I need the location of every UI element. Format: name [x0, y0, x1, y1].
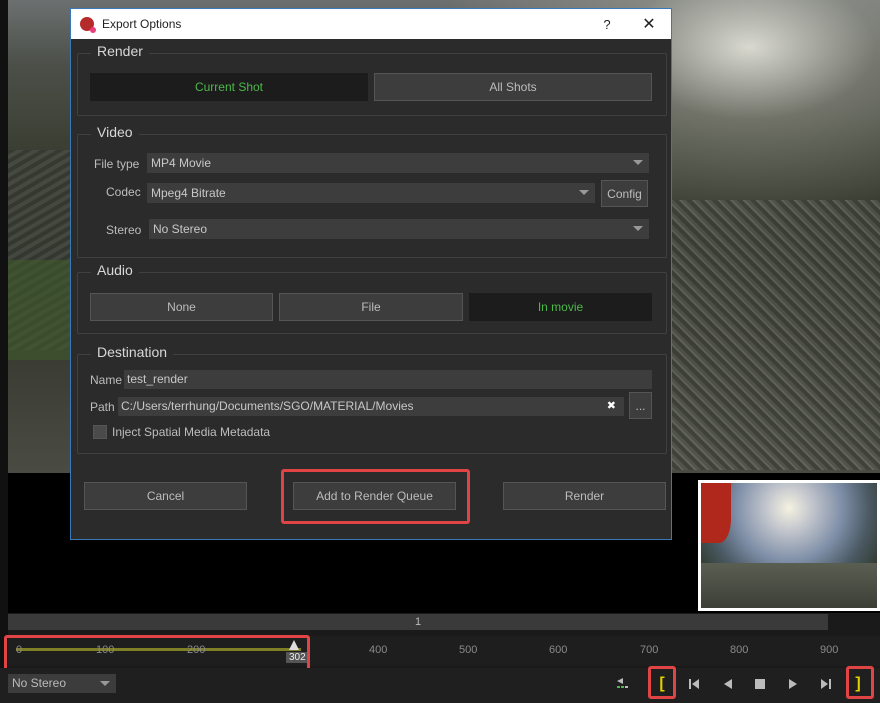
dialog-title: Export Options	[102, 17, 182, 31]
highlight-add-to-render-queue	[281, 469, 470, 524]
next-frame-icon[interactable]	[815, 673, 837, 695]
play-icon[interactable]	[782, 673, 804, 695]
preview-thumbnail	[698, 480, 880, 611]
stereo-mode-value: No Stereo	[12, 676, 67, 690]
clear-icon[interactable]: ✖	[607, 397, 616, 416]
file-type-select[interactable]: MP4 Movie	[147, 153, 649, 173]
file-type-label: File type	[94, 157, 140, 171]
stereo-value: No Stereo	[153, 222, 208, 236]
timeline-track[interactable]: 1	[8, 614, 828, 630]
ruler-tick: 800	[730, 644, 749, 656]
prev-frame-icon[interactable]	[683, 673, 705, 695]
chevron-down-icon	[579, 190, 589, 195]
step-icon[interactable]	[612, 673, 634, 695]
codec-value: Mpeg4 Bitrate	[151, 186, 226, 200]
spatial-metadata-checkbox[interactable]	[93, 425, 107, 439]
help-button[interactable]: ?	[587, 17, 627, 32]
audio-in-movie-button[interactable]: In movie	[469, 293, 652, 321]
path-input[interactable]: C:/Users/terrhung/Documents/SGO/MATERIAL…	[118, 397, 624, 416]
thumbnail-foreground	[701, 483, 731, 543]
ruler-tick: 900	[820, 644, 839, 656]
ruler-tick: 700	[640, 644, 659, 656]
close-button[interactable]: ✕	[627, 14, 671, 34]
codec-label: Codec	[106, 185, 141, 199]
destination-group-title: Destination	[91, 344, 174, 360]
config-button[interactable]: Config	[601, 180, 648, 207]
name-input[interactable]: test_render	[124, 370, 652, 389]
codec-select[interactable]: Mpeg4 Bitrate	[147, 183, 595, 203]
browse-button[interactable]: ...	[629, 392, 652, 419]
stereo-select[interactable]: No Stereo	[149, 219, 649, 239]
transport-bar: No Stereo [ ]	[0, 668, 880, 703]
chevron-down-icon	[633, 226, 643, 231]
path-value: C:/Users/terrhung/Documents/SGO/MATERIAL…	[121, 399, 414, 413]
left-edge	[0, 0, 8, 703]
file-type-value: MP4 Movie	[151, 156, 212, 170]
cancel-button[interactable]: Cancel	[84, 482, 247, 510]
chevron-down-icon	[100, 681, 110, 686]
ruler-tick: 400	[369, 644, 388, 656]
highlight-out-point	[846, 666, 874, 699]
path-label: Path	[90, 400, 115, 414]
ruler-tick: 600	[549, 644, 568, 656]
video-group-title: Video	[91, 124, 139, 140]
all-shots-button[interactable]: All Shots	[374, 73, 652, 101]
audio-none-button[interactable]: None	[90, 293, 273, 321]
export-options-dialog: Export Options ? ✕ Render Current Shot A…	[70, 8, 672, 540]
chevron-down-icon	[633, 160, 643, 165]
audio-group-title: Audio	[91, 262, 139, 278]
name-label: Name	[90, 373, 123, 387]
track-label: 1	[414, 616, 422, 628]
stop-icon[interactable]	[749, 673, 771, 695]
spatial-metadata-label: Inject Spatial Media Metadata	[112, 425, 271, 439]
ruler-tick: 500	[459, 644, 478, 656]
dialog-titlebar[interactable]: Export Options ? ✕	[71, 9, 671, 39]
audio-file-button[interactable]: File	[279, 293, 463, 321]
highlight-timeline-range	[4, 635, 310, 671]
play-reverse-icon[interactable]	[717, 673, 739, 695]
stereo-label: Stereo	[106, 223, 142, 237]
highlight-in-point	[648, 666, 676, 699]
app-logo-icon	[80, 17, 96, 33]
current-shot-button[interactable]: Current Shot	[90, 73, 368, 101]
render-group-title: Render	[91, 43, 149, 59]
stereo-mode-select[interactable]: No Stereo	[8, 674, 116, 693]
thumbnail-ground	[701, 563, 877, 608]
render-button[interactable]: Render	[503, 482, 666, 510]
